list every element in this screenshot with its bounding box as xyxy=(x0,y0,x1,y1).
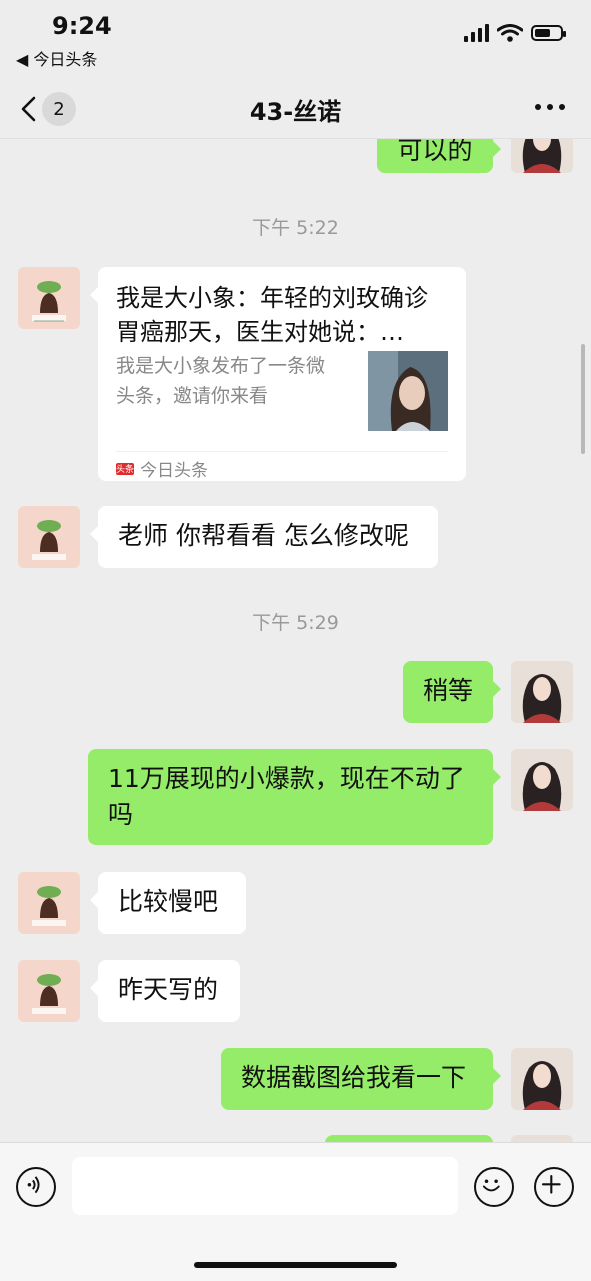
status-icons xyxy=(464,24,566,42)
card-title: 我是大小象：年轻的刘玫确诊胃癌那天，医生对她说：… xyxy=(116,284,428,346)
message-bubble-outgoing[interactable]: 稍等 xyxy=(403,661,501,723)
timestamp: 下午 5:29 xyxy=(252,612,339,634)
emoji-button[interactable] xyxy=(474,1167,514,1207)
home-indicator xyxy=(194,1262,397,1268)
timestamp: 下午 5:22 xyxy=(252,217,339,239)
plus-icon xyxy=(541,1174,561,1194)
voice-icon xyxy=(27,1176,40,1194)
message-bubble-outgoing[interactable]: 数据截图给我看一下 xyxy=(221,1048,501,1110)
contact-avatar[interactable] xyxy=(18,960,80,1022)
toutiao-logo-icon: 头条 xyxy=(116,462,134,475)
shared-article-card[interactable]: 我是大小象：年轻的刘玫确诊胃癌那天，医生对她说：… 我是大小象发布了一条微头条，… xyxy=(90,267,466,481)
wifi-icon xyxy=(497,24,523,42)
my-avatar[interactable] xyxy=(511,749,573,811)
contact-avatar[interactable] xyxy=(18,872,80,934)
more-functions-button[interactable] xyxy=(534,1167,574,1207)
message-bubble-incoming[interactable]: 昨天写的 xyxy=(90,960,240,1022)
card-thumbnail xyxy=(368,351,448,431)
emoji-icon xyxy=(482,1179,500,1192)
message-bubble-outgoing[interactable]: 可以的 xyxy=(377,139,501,173)
battery-icon xyxy=(531,25,566,41)
message-bubble-incoming[interactable]: 比较慢吧 xyxy=(90,872,246,934)
my-avatar[interactable] xyxy=(511,661,573,723)
chat-scrollbar[interactable] xyxy=(581,344,585,454)
back-to-app-link[interactable]: ◀ 今日头条 xyxy=(16,46,97,70)
signal-icon xyxy=(464,24,489,42)
more-icon[interactable] xyxy=(535,104,565,110)
card-description: 我是大小象发布了一条微头条，邀请你来看 xyxy=(116,355,326,407)
chat-messages[interactable]: 可以的 下午 5:22 我是大小象：年轻的刘玫确诊胃癌那天，医生对她说：… 我是… xyxy=(0,139,591,1142)
contact-avatar[interactable] xyxy=(18,506,80,568)
voice-button[interactable] xyxy=(16,1167,56,1207)
chat-header: 2 43-丝诺 xyxy=(0,78,591,139)
status-time: 9:24 xyxy=(52,12,112,40)
message-input[interactable] xyxy=(72,1157,458,1215)
input-bar xyxy=(0,1142,591,1281)
contact-avatar[interactable] xyxy=(18,267,80,329)
message-bubble-outgoing[interactable]: 11万展现的小爆款，现在不动了吗 xyxy=(88,749,501,845)
card-source-label: 今日头条 xyxy=(140,461,208,481)
message-bubble-incoming[interactable]: 老师 你帮看看 怎么修改呢 xyxy=(90,506,438,568)
my-avatar[interactable] xyxy=(511,1048,573,1110)
status-bar: 9:24 ◀ 今日头条 xyxy=(0,0,591,78)
message-bubble-outgoing[interactable] xyxy=(325,1135,493,1142)
my-avatar[interactable] xyxy=(511,1135,573,1142)
card-source: 头条 今日头条 xyxy=(116,451,448,481)
my-avatar[interactable] xyxy=(511,139,573,173)
chat-title: 43-丝诺 xyxy=(249,98,342,126)
